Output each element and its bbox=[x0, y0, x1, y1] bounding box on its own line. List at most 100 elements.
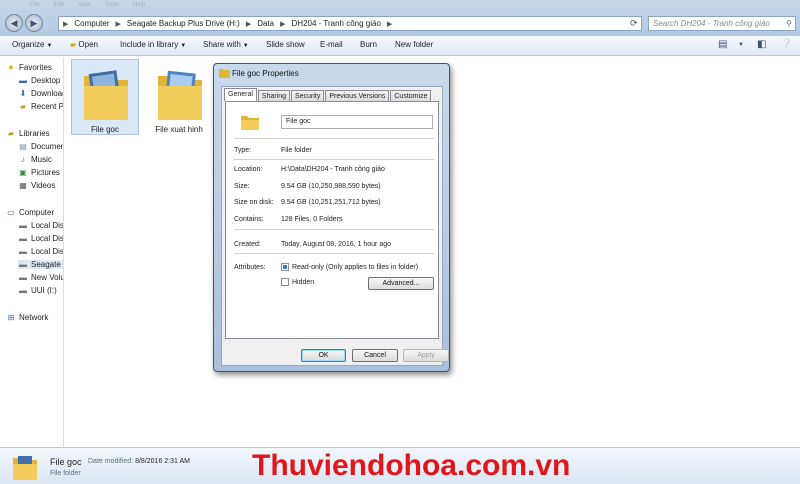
watermark-text: Thuviendohoa.com.vn bbox=[252, 449, 571, 482]
drive-icon: ▬ bbox=[19, 221, 27, 230]
created-value: Today, August 08, 2016, 1 hour ago bbox=[281, 241, 392, 248]
nav-local-disk-3[interactable]: ▬ Local Disk bbox=[18, 247, 63, 256]
nav-pictures[interactable]: ▣ Pictures bbox=[18, 168, 60, 177]
tab-sharing[interactable]: Sharing bbox=[257, 90, 291, 101]
readonly-checkbox-row[interactable]: Read-only (Only applies to files in fold… bbox=[281, 263, 418, 271]
videos-icon: ▦ bbox=[19, 181, 27, 190]
nav-uui[interactable]: ▬ UUI (I:) bbox=[18, 286, 57, 295]
general-tab-page: File goc Type: File folder Location: H:\… bbox=[225, 101, 439, 339]
hidden-checkbox[interactable] bbox=[281, 278, 289, 286]
forward-button[interactable]: ▶ bbox=[25, 14, 43, 32]
nav-label: Videos bbox=[31, 181, 56, 190]
nav-libraries[interactable]: ▰ Libraries bbox=[6, 129, 50, 138]
drive-icon: ▬ bbox=[19, 234, 27, 243]
window-header: File Edit View Tools Help ◀ ▶ ▶ Computer… bbox=[0, 0, 800, 36]
search-input[interactable]: Search DH204 - Tranh công giáo ⚲ bbox=[648, 16, 796, 31]
menu-item[interactable]: View bbox=[78, 2, 91, 8]
pictures-icon: ▣ bbox=[19, 168, 27, 177]
folder-item-file-xuat-hinh[interactable]: File xuat hinh bbox=[145, 59, 213, 134]
documents-icon: ▤ bbox=[19, 142, 27, 151]
menu-item[interactable]: Edit bbox=[54, 2, 64, 8]
breadcrumb-drive[interactable]: Seagate Backup Plus Drive (H:) bbox=[127, 19, 240, 28]
computer-icon: ▭ bbox=[7, 208, 15, 217]
open-button[interactable]: ▰ Open bbox=[70, 40, 98, 49]
hidden-checkbox-row[interactable]: Hidden bbox=[281, 278, 314, 286]
nav-label: Local Disk bbox=[31, 234, 64, 243]
nav-label: Computer bbox=[19, 208, 55, 217]
nav-label: Seagate bbox=[31, 260, 61, 269]
advanced-button[interactable]: Advanced... bbox=[368, 277, 434, 290]
nav-recent[interactable]: ▰ Recent Places bbox=[18, 102, 63, 111]
music-icon: ♪ bbox=[21, 155, 25, 164]
folder-item-file-goc[interactable]: File goc bbox=[71, 59, 139, 135]
tab-security[interactable]: Security bbox=[291, 90, 325, 101]
nav-music[interactable]: ♪ Music bbox=[18, 155, 52, 164]
back-arrow-icon: ◀ bbox=[10, 17, 18, 28]
share-with-button[interactable]: Share with ▼ bbox=[203, 40, 249, 49]
star-icon: ★ bbox=[7, 63, 15, 72]
nav-label: Favorites bbox=[19, 63, 52, 72]
new-folder-button[interactable]: New folder bbox=[395, 40, 433, 49]
search-icon: ⚲ bbox=[786, 19, 792, 28]
chevron-right-icon: ▶ bbox=[115, 20, 121, 28]
size-on-disk-value: 9.54 GB (10,251,251,712 bytes) bbox=[281, 199, 381, 206]
nav-seagate[interactable]: ▬ Seagate bbox=[18, 260, 63, 269]
organize-label: Organize bbox=[12, 40, 45, 49]
nav-new-volume[interactable]: ▬ New Volume bbox=[18, 273, 63, 282]
menu-item[interactable]: Tools bbox=[105, 2, 119, 8]
organize-button[interactable]: Organize ▼ bbox=[12, 40, 52, 49]
nav-local-disk-2[interactable]: ▬ Local Disk bbox=[18, 234, 64, 243]
apply-button[interactable]: Apply bbox=[403, 349, 449, 362]
hidden-label: Hidden bbox=[292, 278, 315, 286]
back-button[interactable]: ◀ bbox=[5, 14, 23, 32]
nav-label: Local Disk bbox=[31, 221, 64, 230]
help-icon[interactable]: ❔ bbox=[780, 39, 792, 50]
breadcrumb-computer[interactable]: Computer bbox=[74, 19, 109, 28]
location-label: Location: bbox=[234, 166, 263, 173]
include-in-library-button[interactable]: Include in library ▼ bbox=[120, 40, 186, 49]
thumbnail-frame bbox=[145, 59, 213, 135]
chevron-right-icon: ▶ bbox=[63, 20, 69, 28]
nav-computer[interactable]: ▭ Computer bbox=[6, 208, 54, 217]
selected-item-type: File folder bbox=[50, 470, 81, 477]
chevron-right-icon: ▶ bbox=[245, 20, 252, 28]
burn-button[interactable]: Burn bbox=[360, 40, 377, 49]
date-modified: Date modified: 8/8/2016 2:31 AM bbox=[88, 458, 190, 465]
drive-icon: ▬ bbox=[19, 273, 27, 282]
desktop-icon: ▬ bbox=[19, 76, 27, 85]
readonly-checkbox[interactable] bbox=[281, 263, 289, 271]
date-modified-label: Date modified: bbox=[88, 458, 134, 465]
nav-local-disk-1[interactable]: ▬ Local Disk bbox=[18, 221, 64, 230]
drive-icon: ▬ bbox=[19, 260, 27, 269]
menu-item[interactable]: Help bbox=[133, 2, 145, 8]
ok-button[interactable]: OK bbox=[301, 349, 346, 362]
nav-videos[interactable]: ▦ Videos bbox=[18, 181, 55, 190]
folder-name-field[interactable]: File goc bbox=[281, 115, 433, 129]
folder-icon bbox=[219, 69, 230, 78]
nav-label: Libraries bbox=[19, 129, 50, 138]
slide-show-button[interactable]: Slide show bbox=[266, 40, 305, 49]
dropdown-arrow-icon[interactable]: ▼ bbox=[738, 42, 744, 48]
menu-item[interactable]: File bbox=[30, 2, 40, 8]
cancel-button[interactable]: Cancel bbox=[352, 349, 398, 362]
tab-customize[interactable]: Customize bbox=[390, 90, 432, 101]
folder-icon bbox=[158, 70, 202, 120]
nav-downloads[interactable]: ⬇ Downloads bbox=[18, 89, 63, 98]
view-options-icon[interactable]: ▤ bbox=[718, 39, 727, 50]
tab-previous-versions[interactable]: Previous Versions bbox=[325, 90, 390, 101]
address-bar[interactable]: ▶ Computer ▶ Seagate Backup Plus Drive (… bbox=[58, 16, 642, 31]
chevron-right-icon: ▶ bbox=[386, 20, 393, 28]
nav-favorites[interactable]: ★ Favorites bbox=[6, 63, 52, 72]
refresh-icon[interactable]: ⟳ bbox=[630, 18, 638, 29]
email-button[interactable]: E-mail bbox=[320, 40, 343, 49]
recent-places-icon: ▰ bbox=[19, 102, 27, 111]
tab-general[interactable]: General bbox=[224, 88, 257, 101]
breadcrumb-data[interactable]: Data bbox=[257, 19, 274, 28]
breadcrumb-folder[interactable]: DH204 - Tranh công giáo bbox=[292, 19, 381, 28]
contains-value: 128 Files, 0 Folders bbox=[281, 216, 343, 223]
nav-documents[interactable]: ▤ Documents bbox=[18, 142, 63, 151]
nav-desktop[interactable]: ▬ Desktop bbox=[18, 76, 60, 85]
preview-pane-icon[interactable]: ◧ bbox=[757, 39, 766, 50]
nav-label: Network bbox=[19, 313, 49, 322]
nav-network[interactable]: ⊞ Network bbox=[6, 313, 49, 322]
